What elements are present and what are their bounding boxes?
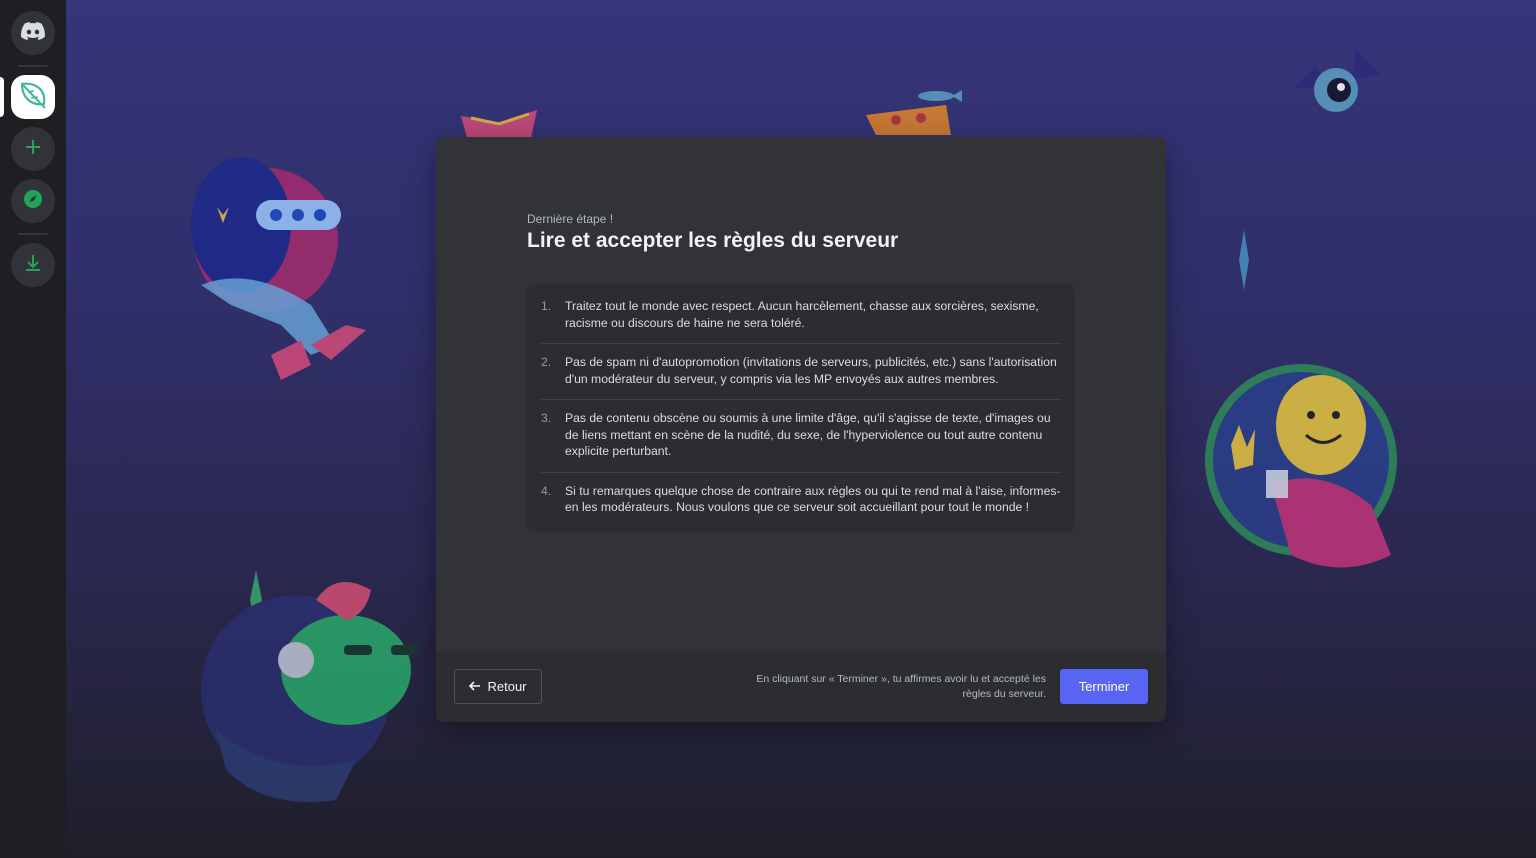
reading-character-illustration [191, 157, 366, 380]
rules-list: 1. Traitez tout le monde avec respect. A… [527, 284, 1075, 532]
bat-character-illustration [1291, 50, 1381, 112]
server-leaf-icon [16, 78, 50, 117]
compass-icon [22, 188, 44, 215]
home-button[interactable] [11, 11, 55, 55]
rule-text: Si tu remarques quelque chose de contrai… [565, 483, 1061, 515]
rule-text: Traitez tout le monde avec respect. Aucu… [565, 299, 1039, 330]
headphones-monster-illustration [201, 570, 419, 802]
finish-button[interactable]: Terminer [1060, 669, 1148, 704]
explore-servers-button[interactable] [11, 179, 55, 223]
laughing-character-illustration [1205, 364, 1397, 568]
sparkle-decoration [1239, 230, 1249, 290]
rules-modal: Dernière étape ! Lire et accepter les rè… [436, 137, 1166, 722]
rule-text: Pas de contenu obscène ou soumis à une l… [565, 411, 1051, 458]
back-button[interactable]: Retour [454, 669, 542, 704]
server-icon-button[interactable] [0, 75, 55, 119]
back-button-label: Retour [487, 679, 527, 694]
rule-number: 4. [541, 483, 552, 498]
download-icon [23, 253, 43, 278]
add-server-button[interactable] [11, 127, 55, 171]
rail-separator [18, 65, 48, 67]
rule-number: 3. [541, 411, 552, 425]
step-label: Dernière étape ! [527, 212, 614, 226]
fish-decoration [918, 90, 962, 102]
rule-item: 3. Pas de contenu obscène ou soumis à un… [541, 400, 1061, 473]
rule-number: 1. [541, 299, 552, 313]
modal-title: Lire et accepter les règles du serveur [527, 229, 899, 252]
rule-item: 1. Traitez tout le monde avec respect. A… [541, 288, 1061, 344]
rule-item: 4. Si tu remarques quelque chose de cont… [541, 473, 1061, 528]
rail-separator [18, 233, 48, 235]
pizza-illustration [866, 105, 951, 135]
plus-icon [24, 138, 42, 161]
discord-logo-icon [21, 21, 45, 45]
consent-text: En cliquant sur « Terminer », tu affirme… [756, 673, 1046, 700]
rule-number: 2. [541, 355, 552, 369]
download-apps-button[interactable] [11, 243, 55, 287]
active-server-pill [0, 77, 4, 117]
book-illustration [461, 110, 537, 140]
rule-item: 2. Pas de spam ni d'autopromotion (invit… [541, 344, 1061, 400]
arrow-left-icon [469, 679, 481, 694]
modal-body: Dernière étape ! Lire et accepter les rè… [436, 137, 1166, 651]
rule-text: Pas de spam ni d'autopromotion (invitati… [565, 355, 1057, 386]
modal-footer: Retour En cliquant sur « Terminer », tu … [436, 651, 1166, 722]
server-rail [0, 0, 66, 858]
